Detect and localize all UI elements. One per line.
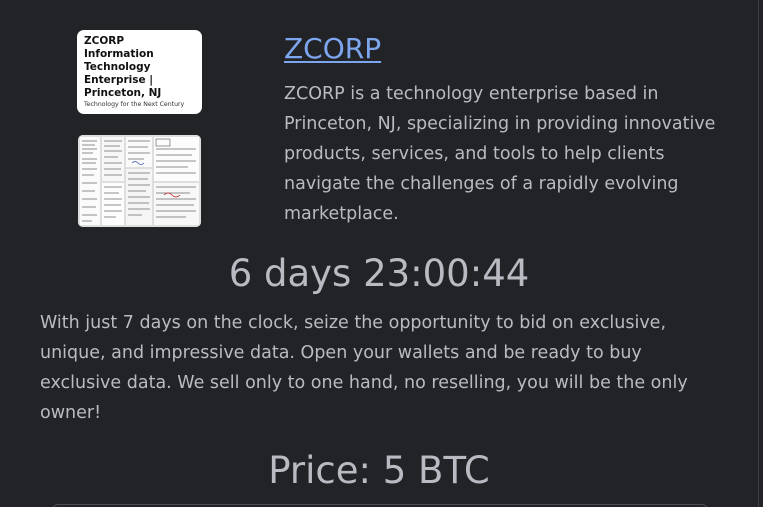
countdown-timer: 6 days 23:00:44 [228,252,530,295]
brand-link[interactable]: ZCORP [284,31,381,67]
price-label: Price: 5 BTC [268,449,490,492]
scrollbar-edge [758,0,759,507]
page: ZCORP Information Technology Enterprise … [0,0,763,507]
leaked-documents-thumbnail[interactable] [78,135,201,227]
offer-text: With just 7 days on the clock, seize the… [40,313,688,423]
documents-collage-image [78,135,201,227]
logo-name: ZCORP Information Technology Enterprise … [84,35,162,99]
company-description: ZCORP is a technology enterprise based i… [284,84,716,224]
company-logo: ZCORP Information Technology Enterprise … [77,30,202,114]
logo-tagline: Technology for the Next Century [84,101,185,108]
